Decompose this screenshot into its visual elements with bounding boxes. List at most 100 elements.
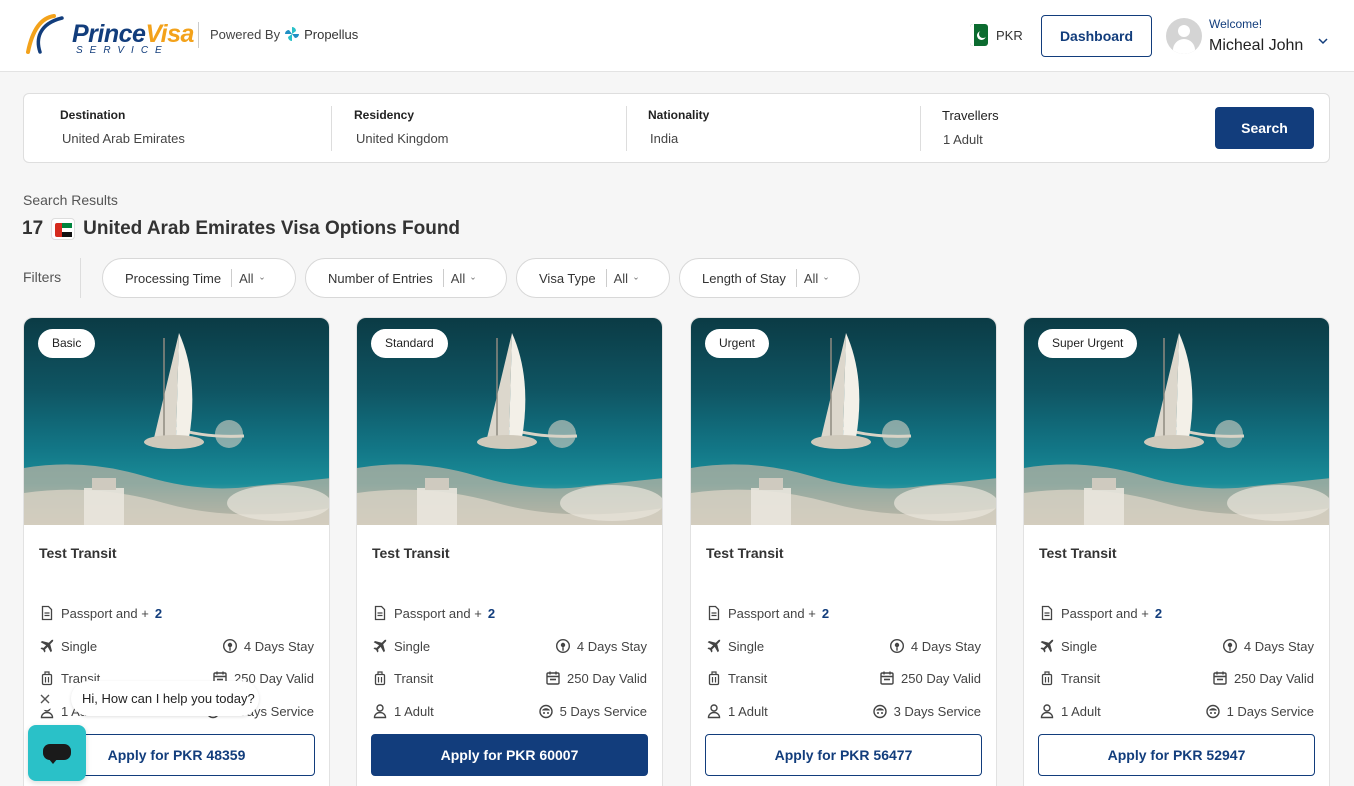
documents-row: Passport and + 2 bbox=[39, 605, 162, 621]
documents-more[interactable]: 2 bbox=[1155, 606, 1162, 621]
divider bbox=[198, 22, 199, 48]
filter-label: Visa Type bbox=[539, 270, 596, 286]
service-row: 1 Days Service bbox=[1205, 703, 1314, 719]
nationality-field[interactable]: Nationality India bbox=[648, 94, 918, 162]
service-icon bbox=[538, 703, 554, 719]
chat-close-button[interactable] bbox=[34, 688, 56, 710]
field-label: Destination bbox=[60, 108, 126, 122]
field-label: Nationality bbox=[648, 108, 710, 122]
divider bbox=[331, 106, 332, 151]
filter-label: Processing Time bbox=[125, 270, 222, 286]
visa-card-standard[interactable]: Standard Test Transit Passport and + 2 Si… bbox=[356, 317, 663, 786]
tier-badge: Urgent bbox=[705, 329, 770, 358]
search-bar: Destination United Arab Emirates Residen… bbox=[23, 93, 1330, 163]
avatar bbox=[1166, 18, 1202, 54]
document-icon bbox=[706, 605, 722, 621]
entries-text: Single bbox=[1061, 638, 1098, 654]
divider bbox=[626, 106, 627, 151]
luggage-icon bbox=[1039, 670, 1055, 686]
filter-label: Number of Entries bbox=[328, 270, 433, 286]
entries-row: Single bbox=[706, 638, 764, 654]
card-title: Test Transit bbox=[39, 545, 117, 561]
pinwheel-icon bbox=[285, 27, 300, 41]
documents-more[interactable]: 2 bbox=[155, 606, 162, 621]
user-icon bbox=[1039, 703, 1055, 719]
card-title: Test Transit bbox=[1039, 545, 1117, 561]
apply-button[interactable]: Apply for PKR 52947 bbox=[1038, 734, 1315, 776]
visa-card-super-urgent[interactable]: Super Urgent Test Transit Passport and +… bbox=[1023, 317, 1330, 786]
chevron-down-icon bbox=[1318, 38, 1328, 45]
plane-icon bbox=[39, 638, 55, 654]
chevron-down-icon bbox=[824, 277, 829, 280]
results-count: 17 bbox=[22, 218, 44, 239]
documents-row: Passport and + 2 bbox=[706, 605, 829, 621]
card-title: Test Transit bbox=[706, 545, 784, 561]
service-text: 3 Days Service bbox=[893, 703, 981, 719]
location-pin-icon bbox=[889, 638, 905, 654]
filter-visa-type[interactable]: Visa Type All bbox=[516, 258, 670, 298]
search-button[interactable]: Search bbox=[1215, 107, 1314, 149]
visa-card-urgent[interactable]: Urgent Test Transit Passport and + 2 Sing… bbox=[690, 317, 997, 786]
field-value: India bbox=[650, 131, 679, 146]
currency-selector[interactable]: PKR bbox=[970, 24, 1023, 46]
filter-value: All bbox=[239, 270, 254, 286]
filter-processing-time[interactable]: Processing Time All bbox=[102, 258, 296, 298]
filter-value: All bbox=[803, 270, 819, 286]
documents-text: Passport and + bbox=[394, 605, 482, 621]
powered-by-label: Powered By bbox=[210, 26, 281, 42]
visa-type-text: Transit bbox=[728, 670, 768, 686]
filter-number-of-entries[interactable]: Number of Entries All bbox=[305, 258, 507, 298]
dashboard-button[interactable]: Dashboard bbox=[1041, 15, 1152, 57]
logo[interactable]: PrinceVisa SERVICE bbox=[22, 12, 194, 56]
stay-text: 4 Days Stay bbox=[1243, 638, 1314, 654]
apply-button[interactable]: Apply for PKR 60007 bbox=[371, 734, 648, 776]
user-icon bbox=[372, 703, 388, 719]
uae-flag-icon bbox=[51, 218, 76, 240]
stay-text: 4 Days Stay bbox=[243, 638, 314, 654]
documents-more[interactable]: 2 bbox=[488, 606, 495, 621]
stay-row: 4 Days Stay bbox=[222, 638, 314, 654]
apply-button[interactable]: Apply for PKR 56477 bbox=[705, 734, 982, 776]
logo-subtitle: SERVICE bbox=[76, 45, 169, 56]
chat-icon bbox=[43, 744, 71, 764]
field-label: Residency bbox=[354, 108, 415, 122]
user-menu[interactable]: Welcome! Micheal John bbox=[1166, 16, 1336, 60]
document-icon bbox=[39, 605, 55, 621]
document-icon bbox=[372, 605, 388, 621]
chat-launcher-button[interactable] bbox=[28, 725, 86, 781]
validity-row: 250 Day Valid bbox=[879, 670, 981, 686]
luggage-icon bbox=[39, 670, 55, 686]
visa-type-text: Transit bbox=[1061, 670, 1101, 686]
service-icon bbox=[1205, 703, 1221, 719]
entries-row: Single bbox=[372, 638, 430, 654]
validity-row: 250 Day Valid bbox=[545, 670, 647, 686]
documents-more[interactable]: 2 bbox=[822, 606, 829, 621]
filter-value: All bbox=[613, 270, 629, 286]
pakistan-flag-icon bbox=[970, 24, 988, 46]
entries-text: Single bbox=[728, 638, 765, 654]
destination-field[interactable]: Destination United Arab Emirates bbox=[60, 94, 330, 162]
travellers-text: 1 Adult bbox=[394, 703, 434, 719]
filter-length-of-stay[interactable]: Length of Stay All bbox=[679, 258, 860, 298]
filters-label: Filters bbox=[23, 269, 62, 285]
calendar-icon bbox=[1212, 670, 1228, 686]
chat-greeting[interactable]: Hi, How can I help you today? bbox=[71, 681, 259, 716]
chevron-down-icon bbox=[259, 277, 264, 280]
entries-row: Single bbox=[1039, 638, 1097, 654]
travellers-field[interactable]: Travellers 1 Adult bbox=[942, 94, 1182, 162]
residency-field[interactable]: Residency United Kingdom bbox=[354, 94, 624, 162]
travellers-row: 1 Adult bbox=[1039, 703, 1101, 719]
top-header: PrinceVisa SERVICE Powered By Propellus … bbox=[0, 0, 1354, 72]
plane-icon bbox=[706, 638, 722, 654]
filter-label: Length of Stay bbox=[702, 270, 786, 286]
stay-row: 4 Days Stay bbox=[555, 638, 647, 654]
entries-row: Single bbox=[39, 638, 97, 654]
divider bbox=[920, 106, 921, 151]
powered-brand: Propellus bbox=[304, 26, 359, 42]
documents-text: Passport and + bbox=[728, 605, 816, 621]
visa-type-text: Transit bbox=[394, 670, 434, 686]
calendar-icon bbox=[879, 670, 895, 686]
field-value: United Arab Emirates bbox=[62, 131, 185, 146]
service-row: 3 Days Service bbox=[872, 703, 981, 719]
results-label: Search Results bbox=[23, 192, 118, 208]
